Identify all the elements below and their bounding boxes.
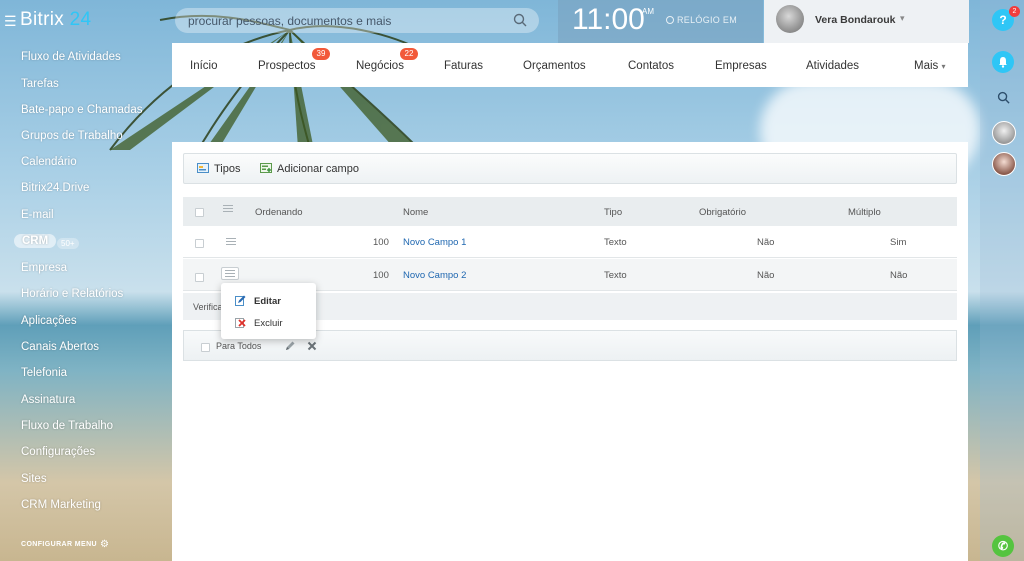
table-row[interactable]: 100 Novo Campo 1 Texto Não Sim [183,226,957,258]
tab-prospectos[interactable]: Prospectos [258,60,316,72]
gear-icon[interactable]: ⚙ [100,539,109,550]
menu-item-chat[interactable]: Bate-papo e Chamadas [21,104,142,116]
negocios-counter: 22 [400,48,418,60]
tab-orcamentos[interactable]: Orçamentos [523,60,586,72]
types-button[interactable]: Tipos [214,163,241,175]
cell-order: 100 [373,237,389,248]
workarea: Tipos Adicionar campo Ordenando Nome Tip… [172,142,968,561]
clock-in-button[interactable]: RELÓGIO EM [666,15,737,25]
clock-icon [666,16,674,24]
add-field-button[interactable]: Adicionar campo [277,163,359,175]
contact-avatar[interactable] [992,152,1016,176]
menu-item-settings[interactable]: Configurações [21,446,95,458]
column-header-obrigatorio[interactable]: Obrigatório [699,207,746,218]
menu-item-applications[interactable]: Aplicações [21,315,77,327]
cell-order: 100 [373,270,389,281]
notifications-button[interactable] [992,51,1014,73]
row-actions-button[interactable] [221,267,239,280]
call-button[interactable]: ✆ [992,535,1014,557]
question-icon: ? [999,13,1007,27]
menu-item-activity-stream[interactable]: Fluxo de Atividades [21,51,121,63]
menu-item-crm[interactable]: CRM [14,234,57,248]
tab-atividades[interactable]: Atividades [806,60,859,72]
time-tracker[interactable]: 11:00 AM RELÓGIO EM [558,0,763,43]
clock-time: 11:00 [572,3,645,36]
column-header-nome[interactable]: Nome [403,207,428,218]
menu-item-edit[interactable]: Editar [235,295,281,307]
tab-inicio[interactable]: Início [190,60,218,72]
tab-faturas[interactable]: Faturas [444,60,483,72]
cell-type: Texto [604,270,627,281]
cell-multiple: Sim [890,237,907,248]
column-header-tipo[interactable]: Tipo [604,207,622,218]
menu-item-sites[interactable]: Sites [21,473,47,485]
cell-required: Não [757,270,775,281]
tab-contatos[interactable]: Contatos [628,60,674,72]
cell-multiple: Não [890,270,908,281]
grid-header: Ordenando Nome Tipo Obrigatório Múltiplo [183,197,957,226]
delete-icon[interactable] [307,341,317,351]
chevron-down-icon: ▾ [941,62,946,71]
row-context-menu: Editar Excluir [221,283,316,339]
menu-item-delete[interactable]: Excluir [235,317,283,329]
tab-mais[interactable]: Mais ▾ [914,60,946,72]
menu-item-crm-marketing[interactable]: CRM Marketing [21,499,101,511]
menu-item-calendar[interactable]: Calendário [21,156,77,168]
column-header-multiplo[interactable]: Múltiplo [848,207,881,218]
add-field-icon [260,163,272,173]
search-box[interactable] [175,8,539,33]
crm-top-nav: Início Prospectos 39 Negócios 22 Faturas… [172,43,968,87]
row-actions-icon[interactable] [226,238,236,245]
edit-icon [235,295,246,306]
menu-item-workgroups[interactable]: Grupos de Trabalho [21,130,123,142]
search-icon[interactable] [513,13,527,27]
menu-item-tasks[interactable]: Tarefas [21,78,59,90]
menu-burger-icon[interactable]: ☰ [4,13,17,30]
search-icon[interactable] [997,91,1010,104]
row-checkbox[interactable] [195,239,204,248]
verify-label: Verifica [193,302,223,312]
menu-item-time-reports[interactable]: Horário e Relatórios [21,288,123,300]
column-settings-icon[interactable] [223,205,233,212]
menu-item-workflow[interactable]: Fluxo de Trabalho [21,420,113,432]
prospectos-counter: 39 [312,48,330,60]
crm-badge: 50+ [57,238,79,249]
column-header-ordenando[interactable]: Ordenando [255,207,303,218]
user-menu[interactable]: Vera Bondarouk ▾ [764,0,969,43]
pencil-icon[interactable] [284,340,296,352]
for-all-label: Para Todos [216,341,262,351]
tab-negocios[interactable]: Negócios [356,60,404,72]
menu-item-open-channels[interactable]: Canais Abertos [21,341,99,353]
user-name[interactable]: Vera Bondarouk [815,14,896,26]
contact-avatar[interactable] [992,121,1016,145]
field-name-link[interactable]: Novo Campo 2 [403,270,466,281]
clock-ampm: AM [642,7,654,16]
configure-menu-link[interactable]: CONFIGURAR MENU [21,541,97,548]
row-actions-icon [225,270,235,277]
logo[interactable]: Bitrix 24 [20,9,91,31]
row-checkbox[interactable] [195,273,204,282]
menu-item-email[interactable]: E-mail [21,209,54,221]
field-name-link[interactable]: Novo Campo 1 [403,237,466,248]
cell-required: Não [757,237,775,248]
cell-type: Texto [604,237,627,248]
avatar[interactable] [776,5,804,33]
fields-toolbar: Tipos Adicionar campo [183,153,957,184]
delete-icon [235,318,246,328]
menu-item-telephony[interactable]: Telefonia [21,367,67,379]
menu-item-company[interactable]: Empresa [21,262,67,274]
select-all-checkbox[interactable] [195,208,204,217]
bell-icon [999,57,1007,68]
types-icon [197,163,209,173]
tab-empresas[interactable]: Empresas [715,60,767,72]
phone-icon: ✆ [997,539,1009,553]
help-badge: 2 [1009,6,1020,17]
for-all-checkbox[interactable] [201,343,210,352]
menu-item-subscription[interactable]: Assinatura [21,394,75,406]
right-panel: ? 2 ✆ [980,0,1024,561]
chevron-down-icon[interactable]: ▾ [900,13,905,24]
menu-item-drive[interactable]: Bitrix24.Drive [21,182,89,194]
search-input[interactable] [175,8,508,33]
